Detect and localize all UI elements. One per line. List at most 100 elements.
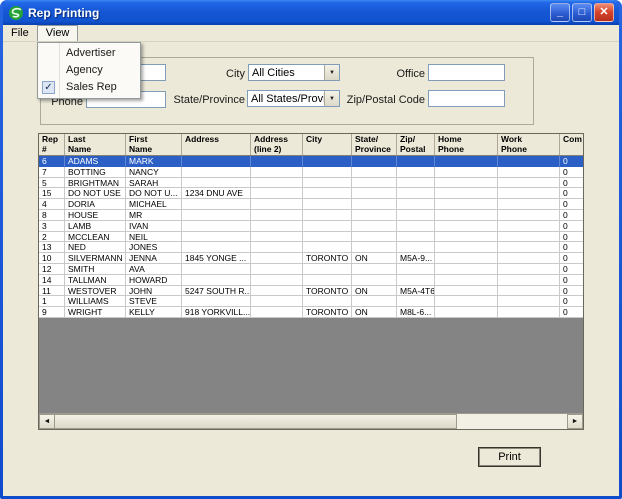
table-cell: [435, 231, 498, 243]
client-area: File View Advertiser Agency ✓ Sales Rep …: [3, 25, 619, 496]
minimize-button[interactable]: _: [550, 3, 570, 22]
table-cell: [303, 156, 352, 167]
table-cell: [182, 209, 251, 221]
title-bar[interactable]: Rep Printing _ □ ✕: [3, 0, 619, 25]
table-cell: ON: [352, 253, 397, 264]
table-cell: [435, 296, 498, 308]
column-header[interactable]: First Name: [126, 134, 182, 155]
table-cell: [397, 231, 435, 243]
zip-field[interactable]: [428, 90, 505, 107]
table-cell: ON: [352, 285, 397, 297]
table-empty-area: [39, 317, 583, 413]
column-header[interactable]: Home Phone: [435, 134, 498, 155]
table-cell: 7: [39, 166, 65, 178]
table-cell: MICHAEL: [126, 199, 182, 210]
table-cell: 0: [560, 156, 583, 167]
column-header[interactable]: State/ Province: [352, 134, 397, 155]
menu-item-advertiser[interactable]: Advertiser: [38, 45, 140, 62]
table-cell: [498, 166, 560, 178]
table-row[interactable]: 2 MCCLEAN NEIL 0: [39, 231, 583, 243]
table-cell: [352, 209, 397, 221]
table-cell: [435, 166, 498, 178]
state-dropdown[interactable]: All States/Provinces ▼: [247, 90, 340, 107]
app-icon: [9, 5, 23, 20]
table-cell: AVA: [126, 263, 182, 275]
office-field[interactable]: [428, 64, 505, 81]
table-cell: [182, 263, 251, 275]
table-cell: DORIA: [65, 199, 126, 210]
table-row[interactable]: 5 BRIGHTMAN SARAH 0: [39, 177, 583, 189]
menu-item-sales-rep[interactable]: ✓ Sales Rep: [38, 79, 140, 96]
table-cell: [303, 166, 352, 178]
rep-table: Rep # Last Name First Name Address Address (…: [38, 133, 584, 430]
table-cell: [352, 188, 397, 200]
table-cell: 0: [560, 178, 583, 189]
column-header[interactable]: Zip/ Postal: [397, 134, 435, 155]
column-header[interactable]: City: [303, 134, 352, 155]
table-cell: 0: [560, 307, 583, 318]
table-cell: [435, 188, 498, 200]
scrollbar-track[interactable]: [457, 414, 567, 429]
scroll-left-icon[interactable]: ◄: [39, 414, 55, 429]
maximize-button[interactable]: □: [572, 3, 592, 22]
table-cell: [498, 156, 560, 167]
table-cell: 0: [560, 242, 583, 254]
table-row[interactable]: 9 WRIGHT KELLY 918 YORKVILL... TORONTO ON M8L-…: [39, 307, 583, 318]
scroll-right-icon[interactable]: ►: [567, 414, 583, 429]
table-cell: [397, 177, 435, 189]
table-row[interactable]: 3 LAMB IVAN 0: [39, 220, 583, 232]
column-header[interactable]: Address (line 2): [251, 134, 303, 155]
menu-item-label: Sales Rep: [66, 81, 117, 93]
table-cell: 5247 SOUTH R...: [182, 285, 251, 297]
column-header[interactable]: Com: [560, 134, 583, 155]
table-cell: [303, 220, 352, 232]
scrollbar-thumb[interactable]: [55, 414, 457, 429]
table-row[interactable]: 15 DO NOT USE DO NOT U... 1234 DNU AVE 0: [39, 188, 583, 200]
column-header[interactable]: Rep #: [39, 134, 65, 155]
menu-file[interactable]: File: [3, 25, 37, 41]
table-cell: 10: [39, 253, 65, 264]
table-cell: [251, 263, 303, 275]
table-row[interactable]: 10 SILVERMANN JENNA 1845 YONGE ... TORONTO ON…: [39, 253, 583, 264]
table-row[interactable]: 7 BOTTING NANCY 0: [39, 166, 583, 178]
table-row[interactable]: 14 TALLMAN HOWARD 0: [39, 274, 583, 286]
table-cell: 0: [560, 232, 583, 243]
table-cell: [498, 307, 560, 318]
table-cell: [251, 285, 303, 297]
table-row[interactable]: 8 HOUSE MR 0: [39, 209, 583, 221]
table-row[interactable]: 6 ADAMS MARK 0: [39, 156, 583, 167]
table-cell: [397, 220, 435, 232]
table-cell: [251, 253, 303, 264]
table-cell: [498, 188, 560, 200]
table-cell: MR: [126, 209, 182, 221]
table-cell: [251, 199, 303, 210]
horizontal-scrollbar[interactable]: ◄ ►: [39, 413, 583, 429]
table-cell: 3: [39, 220, 65, 232]
table-cell: [352, 199, 397, 210]
menu-view[interactable]: View: [36, 25, 79, 41]
table-cell: [303, 296, 352, 308]
table-cell: [182, 220, 251, 232]
table-cell: 1: [39, 296, 65, 308]
close-button[interactable]: ✕: [594, 3, 614, 22]
city-dropdown[interactable]: All Cities ▼: [248, 64, 340, 81]
window-title: Rep Printing: [28, 5, 100, 20]
column-header[interactable]: Last Name: [65, 134, 126, 155]
table-cell: [498, 231, 560, 243]
table-cell: [182, 199, 251, 210]
table-cell: WRIGHT: [65, 307, 126, 318]
table-row[interactable]: 11 WESTOVER JOHN 5247 SOUTH R... TORONTO ON M5…: [39, 285, 583, 297]
column-header[interactable]: Work Phone: [498, 134, 560, 155]
table-cell: [435, 285, 498, 297]
print-button[interactable]: Print: [478, 447, 541, 467]
menu-item-agency[interactable]: Agency: [38, 62, 140, 79]
table-row[interactable]: 1 WILLIAMS STEVE 0: [39, 296, 583, 308]
table-cell: NANCY: [126, 166, 182, 178]
column-header[interactable]: Address: [182, 134, 251, 155]
table-cell: [435, 263, 498, 275]
table-row[interactable]: 13 NED JONES 0: [39, 242, 583, 254]
table-row[interactable]: 12 SMITH AVA 0: [39, 263, 583, 275]
table-cell: 0: [560, 286, 583, 297]
table-row[interactable]: 4 DORIA MICHAEL 0: [39, 199, 583, 210]
table-cell: [435, 220, 498, 232]
